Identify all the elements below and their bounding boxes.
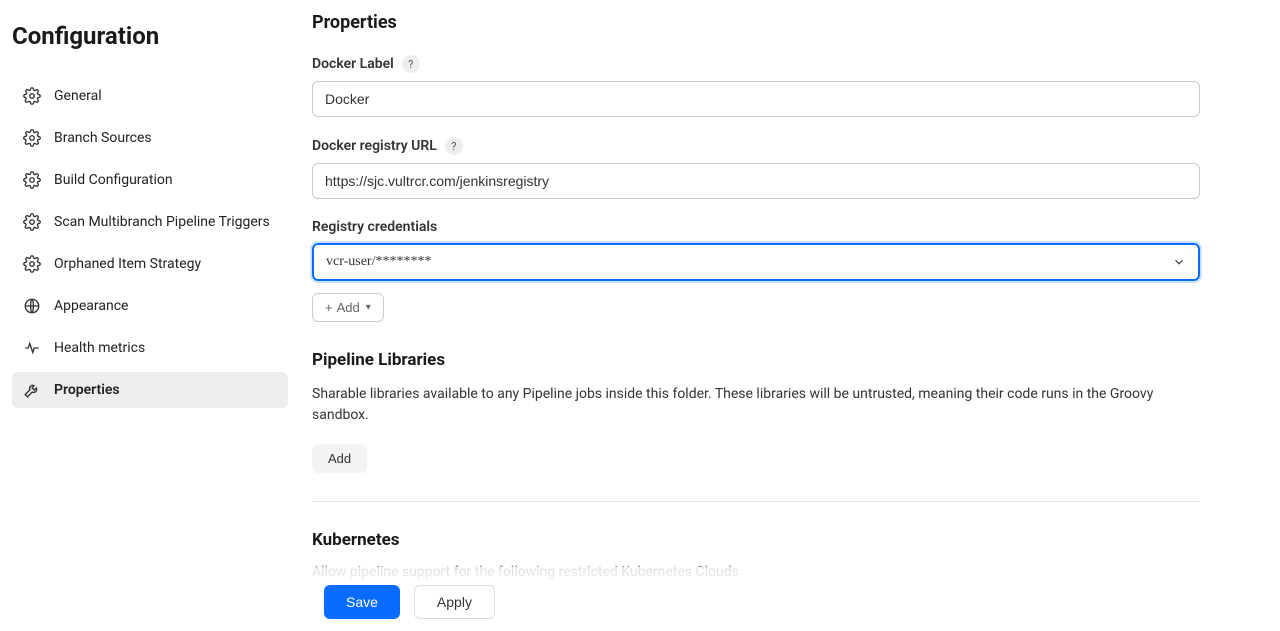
registry-credentials-select[interactable]: vcr-user/******** — [312, 243, 1200, 281]
sidebar-item-scan-triggers[interactable]: Scan Multibranch Pipeline Triggers — [12, 204, 288, 240]
gear-icon — [22, 86, 42, 106]
sidebar-item-label: Build Configuration — [54, 172, 173, 188]
section-heading-properties: Properties — [312, 12, 1200, 33]
wrench-icon — [22, 380, 42, 400]
sidebar-item-label: Orphaned Item Strategy — [54, 256, 201, 272]
main-content: Properties Docker Label ? Docker registr… — [300, 0, 1280, 631]
help-icon[interactable]: ? — [402, 55, 420, 73]
registry-credentials-label: Registry credentials — [312, 219, 437, 235]
registry-credentials-selected: vcr-user/******** — [326, 254, 431, 269]
add-button-label: Add — [337, 300, 360, 315]
docker-registry-url-input[interactable] — [312, 163, 1200, 199]
sidebar-item-orphaned-strategy[interactable]: Orphaned Item Strategy — [12, 246, 288, 282]
docker-label-label: Docker Label — [312, 56, 394, 72]
gear-icon — [22, 254, 42, 274]
docker-label-input[interactable] — [312, 81, 1200, 117]
sidebar-item-general[interactable]: General — [12, 78, 288, 114]
sidebar-item-label: Branch Sources — [54, 130, 152, 146]
gear-icon — [22, 170, 42, 190]
apply-button[interactable]: Apply — [414, 585, 495, 619]
pulse-icon — [22, 338, 42, 358]
sidebar: Configuration General Branch Sources Bui… — [0, 0, 300, 631]
divider — [312, 501, 1200, 502]
sidebar-item-label: Health metrics — [54, 340, 145, 356]
docker-registry-url-label: Docker registry URL — [312, 138, 437, 154]
field-registry-credentials: Registry credentials vcr-user/******** +… — [312, 219, 1200, 322]
footer-bar: Save Apply — [312, 567, 1280, 631]
pipeline-libraries-description: Sharable libraries available to any Pipe… — [312, 384, 1200, 426]
sidebar-item-label: Properties — [54, 382, 120, 398]
kubernetes-heading: Kubernetes — [312, 530, 1200, 550]
field-docker-registry-url: Docker registry URL ? — [312, 137, 1200, 199]
sidebar-item-appearance[interactable]: Appearance — [12, 288, 288, 324]
sidebar-item-label: General — [54, 88, 102, 104]
sidebar-item-branch-sources[interactable]: Branch Sources — [12, 120, 288, 156]
globe-icon — [22, 296, 42, 316]
plus-icon: + — [325, 300, 333, 315]
sidebar-title: Configuration — [12, 12, 288, 78]
gear-icon — [22, 128, 42, 148]
save-button[interactable]: Save — [324, 585, 400, 619]
gear-icon — [22, 212, 42, 232]
add-credentials-button[interactable]: + Add ▾ — [312, 293, 384, 322]
sidebar-item-build-configuration[interactable]: Build Configuration — [12, 162, 288, 198]
add-library-button[interactable]: Add — [312, 444, 367, 473]
help-icon[interactable]: ? — [445, 137, 463, 155]
sidebar-item-label: Scan Multibranch Pipeline Triggers — [54, 214, 270, 230]
pipeline-libraries-heading: Pipeline Libraries — [312, 350, 1200, 370]
field-docker-label: Docker Label ? — [312, 55, 1200, 117]
sidebar-item-health-metrics[interactable]: Health metrics — [12, 330, 288, 366]
sidebar-item-properties[interactable]: Properties — [12, 372, 288, 408]
caret-down-icon: ▾ — [366, 302, 371, 313]
sidebar-item-label: Appearance — [54, 298, 128, 314]
